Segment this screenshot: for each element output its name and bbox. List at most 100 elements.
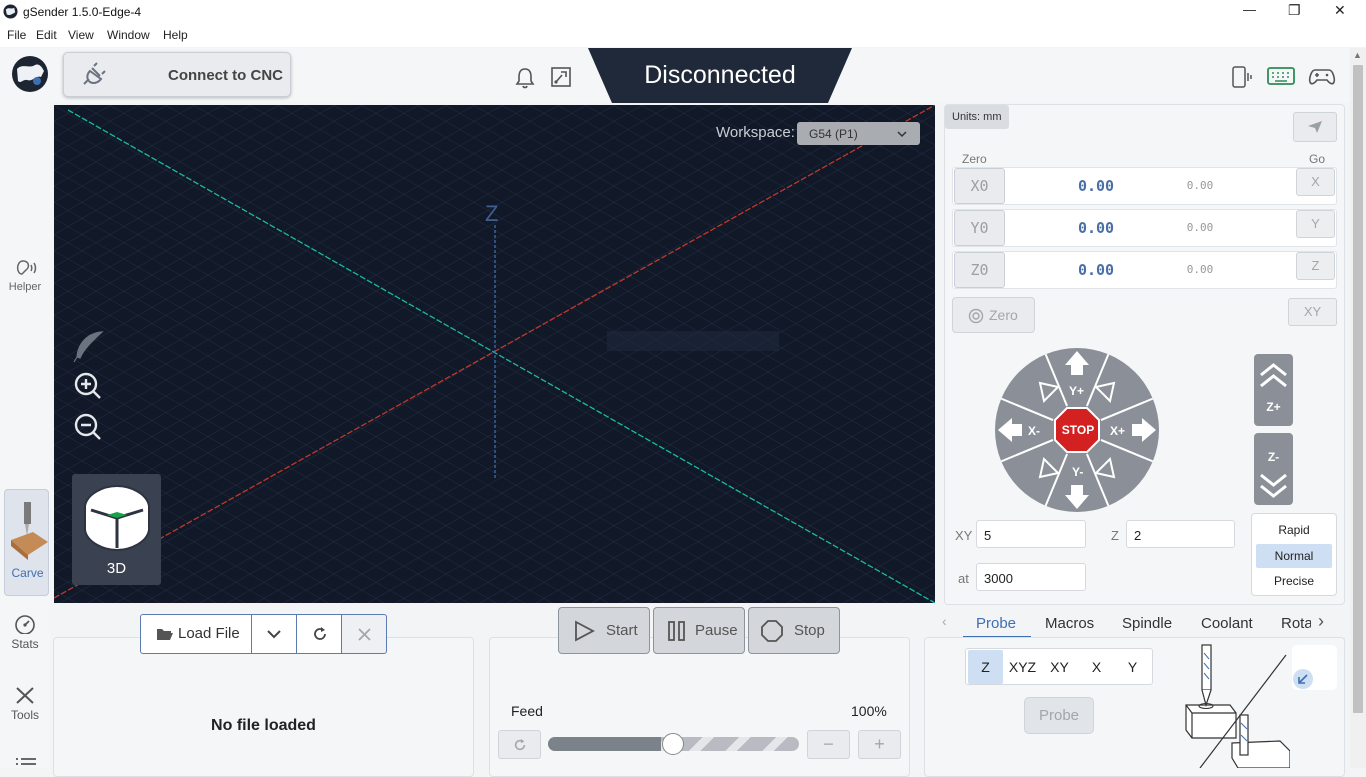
probe-type-z[interactable]: Z <box>968 650 1003 684</box>
sidebar-label-tools: Tools <box>10 708 39 722</box>
increase-feed-button[interactable]: + <box>858 730 901 759</box>
start-job-button[interactable]: Start <box>558 607 650 654</box>
stop-label: Stop <box>794 622 825 639</box>
chevron-down-icon <box>267 630 281 639</box>
file-info-panel <box>53 637 474 777</box>
jog-x-plus-button[interactable]: X+ <box>1110 424 1125 438</box>
view-cube-icon <box>84 484 150 552</box>
go-to-location-button[interactable] <box>1293 112 1337 142</box>
title-bar: gSender 1.5.0-Edge-4 — ❐ ✕ <box>0 0 1366 24</box>
sidebar-item-stats[interactable]: Stats <box>0 614 50 651</box>
go-xy-button[interactable]: XY <box>1288 298 1337 326</box>
probe-type-xyz[interactable]: XYZ <box>1005 650 1040 684</box>
jog-z-minus-button[interactable]: Z- <box>1254 433 1293 505</box>
menu-file[interactable]: File <box>7 28 26 42</box>
load-file-label: Load File <box>178 625 240 642</box>
connect-button[interactable]: Connect to CNC <box>63 52 291 97</box>
minimize-button[interactable]: — <box>1243 2 1256 17</box>
reset-feed-button[interactable] <box>498 730 541 759</box>
view-cube-button[interactable]: 3D <box>72 474 161 585</box>
zero-x-button[interactable]: X0 <box>954 168 1005 204</box>
zoom-in-icon[interactable] <box>73 371 103 401</box>
stop-jog-button[interactable]: STOP <box>1058 423 1098 437</box>
feedrate-label: at <box>958 571 969 586</box>
sidebar-item-helper[interactable]: Helper <box>0 258 50 293</box>
x-machine-position: 0.00 <box>1077 177 1115 195</box>
sidebar-item-tools[interactable]: Tools <box>0 685 50 722</box>
jog-y-plus-button[interactable]: Y+ <box>1069 384 1084 398</box>
pause-job-button[interactable]: Pause <box>653 607 745 654</box>
close-button[interactable]: ✕ <box>1334 2 1346 19</box>
menu-window[interactable]: Window <box>107 28 150 42</box>
decrease-feed-button[interactable]: − <box>807 730 850 759</box>
lightweight-mode-feather-icon[interactable] <box>72 329 106 363</box>
mobile-device-icon[interactable] <box>1229 64 1255 90</box>
probe-button[interactable]: Probe <box>1024 697 1094 734</box>
tab-probe[interactable]: Probe <box>976 615 1016 632</box>
toolpath-grid <box>54 105 935 603</box>
scrollbar-thumb[interactable] <box>1353 65 1363 713</box>
tab-rotary[interactable]: Rota <box>1281 615 1311 632</box>
sidebar-item-carve[interactable]: Carve <box>4 489 49 596</box>
z-minus-label: Z- <box>1267 450 1280 464</box>
tabs-scroll-right[interactable]: › <box>1318 611 1324 632</box>
speed-normal-button[interactable]: Normal <box>1256 544 1332 568</box>
left-sidebar <box>0 102 50 768</box>
list-icon[interactable] <box>14 755 38 768</box>
keyboard-shortcuts-icon[interactable] <box>1267 66 1295 86</box>
view-mode-label: 3D <box>106 560 127 577</box>
firmware-tools-icon[interactable] <box>550 66 572 88</box>
workspace-select[interactable]: G54 (P1) <box>797 122 920 145</box>
probe-type-x[interactable]: X <box>1079 650 1114 684</box>
chevron-down-icon <box>897 131 907 138</box>
probe-type-xy[interactable]: XY <box>1042 650 1077 684</box>
jog-z-plus-button[interactable]: Z+ <box>1254 354 1293 426</box>
zero-z-button[interactable]: Z0 <box>954 252 1005 288</box>
stop-job-button[interactable]: Stop <box>748 607 840 654</box>
feed-override-fill <box>548 737 661 751</box>
reload-file-button[interactable] <box>296 614 342 654</box>
menu-edit[interactable]: Edit <box>36 28 57 42</box>
helper-icon <box>16 260 37 275</box>
menu-view[interactable]: View <box>68 28 94 42</box>
zero-y-button[interactable]: Y0 <box>954 210 1005 246</box>
pause-label: Pause <box>695 622 738 639</box>
xy-step-input[interactable]: 5 <box>976 520 1086 548</box>
go-y-button[interactable]: Y <box>1296 210 1335 238</box>
z-axis-label: Z <box>485 201 499 226</box>
tab-macros[interactable]: Macros <box>1045 615 1094 632</box>
expand-probe-diagram-button[interactable] <box>1292 645 1337 690</box>
go-column-header: Go <box>1309 152 1326 166</box>
menu-help[interactable]: Help <box>163 28 188 42</box>
go-z-button[interactable]: Z <box>1296 252 1335 280</box>
recent-files-dropdown[interactable] <box>251 614 297 654</box>
y-axis-row: Y0 0.00 0.00 Y <box>952 209 1337 247</box>
window-scrollbar[interactable]: ▲ <box>1350 48 1366 768</box>
tab-spindle[interactable]: Spindle <box>1122 615 1172 632</box>
z-work-position: 0.00 <box>1186 263 1214 276</box>
jog-feedrate-input[interactable]: 3000 <box>976 563 1086 591</box>
jog-speed-selector: Rapid Normal Precise <box>1251 513 1337 596</box>
zero-all-button[interactable]: Zero <box>952 297 1035 333</box>
y-machine-position: 0.00 <box>1077 219 1115 237</box>
zoom-out-icon[interactable] <box>73 412 103 442</box>
z-step-input[interactable]: 2 <box>1126 520 1235 548</box>
x-work-position: 0.00 <box>1186 179 1214 192</box>
speed-rapid-button[interactable]: Rapid <box>1252 523 1336 537</box>
close-file-button[interactable] <box>341 614 387 654</box>
load-file-button[interactable]: Load File <box>140 614 252 654</box>
file-status: No file loaded <box>211 717 316 734</box>
gamepad-icon[interactable] <box>1308 65 1336 87</box>
go-x-button[interactable]: X <box>1296 168 1335 196</box>
jog-y-minus-button[interactable]: Y- <box>1072 465 1083 479</box>
jog-x-minus-button[interactable]: X- <box>1028 424 1040 438</box>
notification-bell-icon[interactable] <box>514 67 536 89</box>
restore-button[interactable]: ❐ <box>1288 2 1301 19</box>
z-step-label: Z <box>1111 528 1119 543</box>
tab-coolant[interactable]: Coolant <box>1201 615 1253 632</box>
feed-override-thumb[interactable] <box>662 733 684 755</box>
tabs-scroll-left[interactable]: ‹ <box>942 613 947 629</box>
speed-precise-button[interactable]: Precise <box>1252 574 1336 588</box>
probe-type-y[interactable]: Y <box>1115 650 1150 684</box>
3d-visualizer[interactable]: Z Workspace: G54 (P1) 3D <box>54 105 935 603</box>
